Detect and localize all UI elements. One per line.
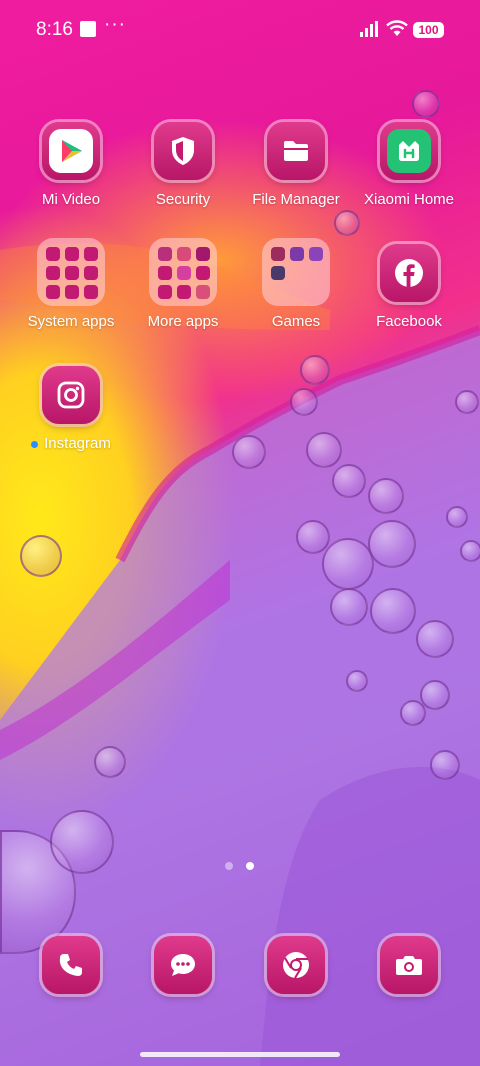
messages-icon xyxy=(171,954,195,976)
bubble xyxy=(50,810,114,874)
gesture-home-bar[interactable] xyxy=(140,1052,340,1057)
folder-grid-icon xyxy=(149,238,217,306)
bubble xyxy=(368,478,404,514)
chrome-icon xyxy=(283,952,309,979)
folder-grid-icon xyxy=(262,238,330,306)
app-label-text: Instagram xyxy=(44,435,111,452)
app-icon-frame xyxy=(154,936,212,994)
shield-icon xyxy=(172,137,194,165)
app-icon-frame xyxy=(380,122,438,180)
phone-icon xyxy=(59,954,82,976)
app-label: Security xyxy=(155,191,211,208)
bubble xyxy=(370,588,416,634)
instagram-icon xyxy=(57,381,85,409)
mi-video-icon xyxy=(49,129,93,173)
new-install-dot xyxy=(31,440,39,448)
folder-more-apps[interactable]: More apps xyxy=(128,238,238,338)
battery-indicator: 100 xyxy=(413,22,444,38)
app-label: File Manager xyxy=(252,191,340,208)
bubble xyxy=(330,588,368,626)
bubble xyxy=(420,680,450,710)
app-icon-frame xyxy=(267,936,325,994)
folder-icon xyxy=(284,141,308,161)
app-facebook[interactable]: Facebook xyxy=(354,244,464,344)
bubble xyxy=(368,520,416,568)
more-notifications: ··· xyxy=(104,14,126,35)
app-xiaomi-home[interactable]: Xiaomi Home xyxy=(354,122,464,222)
status-bar: 8:16 ··· 100 xyxy=(0,0,480,60)
bubble xyxy=(20,535,62,577)
bubble xyxy=(232,435,266,469)
folder-label: System apps xyxy=(27,313,115,330)
app-security[interactable]: Security xyxy=(128,122,238,222)
app-icon-frame xyxy=(42,122,100,180)
bubble xyxy=(455,390,479,414)
bubble xyxy=(346,670,368,692)
app-icon-frame xyxy=(380,244,438,302)
app-instagram[interactable]: Instagram xyxy=(16,366,126,466)
app-label: Instagram xyxy=(6,435,136,452)
bubble xyxy=(416,620,454,658)
folder-label: Games xyxy=(271,313,321,330)
page-dot-current[interactable] xyxy=(246,862,254,870)
bubble xyxy=(460,540,480,562)
bubble xyxy=(412,90,440,118)
app-label: Mi Video xyxy=(41,191,101,208)
app-icon-frame xyxy=(154,122,212,180)
bubble xyxy=(290,388,318,416)
bubble xyxy=(322,538,374,590)
folder-system-apps[interactable]: System apps xyxy=(16,238,126,338)
app-icon-frame xyxy=(380,936,438,994)
home-screen: 8:16 ··· 100 Mi Video Security File Mana… xyxy=(0,0,480,1066)
bubble xyxy=(430,750,460,780)
notification-icon xyxy=(80,21,96,37)
app-mi-video[interactable]: Mi Video xyxy=(16,122,126,222)
bubble xyxy=(296,520,330,554)
signal-icon xyxy=(360,21,378,37)
app-label: Facebook xyxy=(376,313,442,330)
bubble xyxy=(446,506,468,528)
app-icon-frame xyxy=(42,936,100,994)
bubble xyxy=(94,746,126,778)
dock-phone[interactable] xyxy=(16,936,126,1036)
bubble xyxy=(306,432,342,468)
app-file-manager[interactable]: File Manager xyxy=(241,122,351,222)
folder-games[interactable]: Games xyxy=(241,238,351,338)
app-icon-frame xyxy=(267,122,325,180)
page-dot[interactable] xyxy=(225,862,233,870)
wifi-icon xyxy=(386,20,408,36)
clock: 8:16 xyxy=(36,19,73,40)
facebook-icon xyxy=(395,259,423,287)
bubble xyxy=(300,355,330,385)
bubble xyxy=(400,700,426,726)
xiaomi-home-icon xyxy=(387,129,431,173)
folder-grid-icon xyxy=(37,238,105,306)
dock-chrome[interactable] xyxy=(241,936,351,1036)
app-label: Xiaomi Home xyxy=(363,191,455,208)
folder-label: More apps xyxy=(147,313,219,330)
dock-camera[interactable] xyxy=(354,936,464,1036)
app-icon-frame xyxy=(42,366,100,424)
camera-icon xyxy=(396,956,422,975)
dock-messages[interactable] xyxy=(128,936,238,1036)
bubble xyxy=(332,464,366,498)
